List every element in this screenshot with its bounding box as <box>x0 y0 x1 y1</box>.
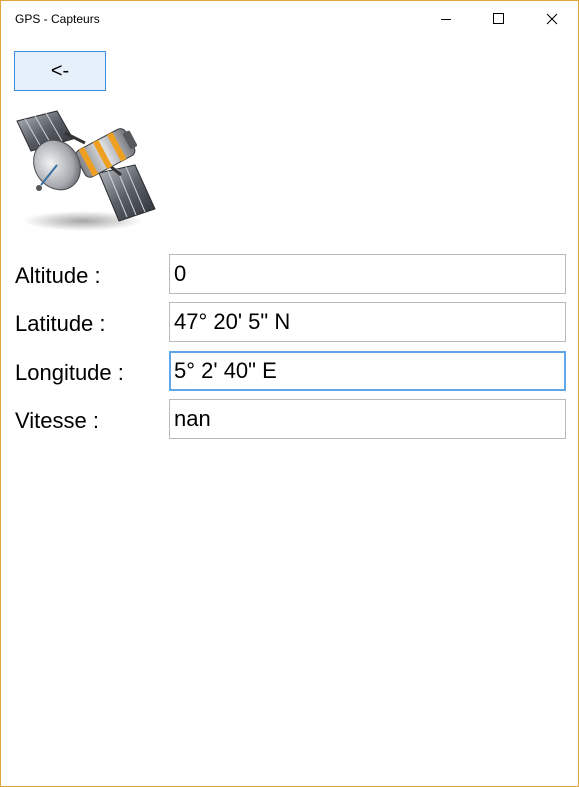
latitude-input[interactable] <box>169 302 566 342</box>
close-icon <box>546 13 558 25</box>
title-bar[interactable]: GPS - Capteurs <box>1 1 578 37</box>
minimize-button[interactable] <box>423 1 469 37</box>
app-window: GPS - Capteurs <- Altitude: 0 Latitude … <box>0 0 579 787</box>
longitude-input[interactable] <box>169 351 566 391</box>
maximize-icon <box>493 13 504 24</box>
satellite-icon <box>16 110 156 231</box>
vitesse-input[interactable] <box>169 399 566 439</box>
window-title: GPS - Capteurs <box>15 12 100 26</box>
altitude-label: Altitude : <box>15 263 101 288</box>
longitude-label: Longitude : <box>15 360 124 385</box>
altitude-input[interactable] <box>169 254 566 294</box>
maximize-button[interactable] <box>476 1 522 37</box>
minimize-icon <box>441 19 451 20</box>
close-button[interactable] <box>529 1 575 37</box>
latitude-label: Latitude : <box>15 311 106 336</box>
vitesse-label: Vitesse : <box>15 408 99 433</box>
back-button[interactable]: <- <box>14 51 106 91</box>
